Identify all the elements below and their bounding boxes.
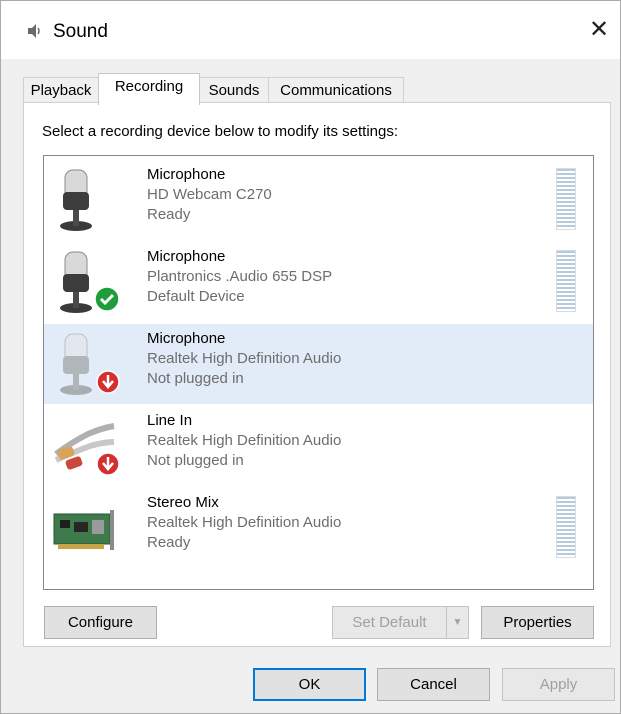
- tab-recording[interactable]: Recording: [98, 73, 200, 105]
- device-name: Stereo Mix: [147, 494, 219, 511]
- device-status: Not plugged in: [147, 452, 244, 469]
- title-bar: Sound ✕: [1, 1, 620, 59]
- instruction-text: Select a recording device below to modif…: [42, 123, 399, 140]
- device-name: Microphone: [147, 248, 226, 265]
- device-description: Realtek High Definition Audio: [147, 514, 342, 531]
- cancel-button[interactable]: Cancel: [377, 668, 490, 701]
- device-description: Realtek High Definition Audio: [147, 432, 342, 449]
- apply-button[interactable]: Apply: [502, 668, 615, 701]
- device-row-realtek-microphone[interactable]: Microphone Realtek High Definition Audio…: [44, 324, 593, 404]
- sound-dialog: Sound ✕ Playback Recording Sounds Commun…: [0, 0, 621, 714]
- device-status: Ready: [147, 206, 191, 223]
- device-description: Realtek High Definition Audio: [147, 350, 342, 367]
- device-list: Microphone HD Webcam C270 Ready Micropho…: [43, 155, 594, 590]
- window-title: Sound: [53, 21, 108, 42]
- device-description: HD Webcam C270: [147, 186, 272, 203]
- microphone-icon: [60, 169, 92, 231]
- properties-button[interactable]: Properties: [481, 606, 594, 639]
- level-meter: [556, 250, 576, 312]
- close-icon: ✕: [588, 16, 610, 43]
- device-status: Not plugged in: [147, 370, 244, 387]
- device-row-plantronics-microphone[interactable]: Microphone Plantronics .Audio 655 DSP De…: [44, 242, 593, 322]
- recording-panel: Select a recording device below to modif…: [23, 102, 611, 647]
- close-button[interactable]: ✕: [584, 15, 614, 45]
- configure-button[interactable]: Configure: [44, 606, 157, 639]
- device-name: Microphone: [147, 330, 226, 347]
- tab-sounds[interactable]: Sounds: [199, 77, 269, 104]
- chevron-down-icon[interactable]: ▼: [446, 607, 468, 638]
- device-status: Default Device: [147, 288, 245, 305]
- unplugged-arrow-icon: [96, 370, 120, 394]
- device-row-webcam-microphone[interactable]: Microphone HD Webcam C270 Ready: [44, 160, 593, 240]
- ok-button[interactable]: OK: [253, 668, 366, 701]
- device-row-stereo-mix[interactable]: Stereo Mix Realtek High Definition Audio…: [44, 488, 593, 568]
- default-check-icon: [94, 286, 120, 312]
- sound-card-icon: [53, 510, 114, 550]
- speaker-icon: [28, 24, 40, 38]
- device-description: Plantronics .Audio 655 DSP: [147, 268, 333, 285]
- device-status: Ready: [147, 534, 191, 551]
- tab-playback[interactable]: Playback: [23, 77, 99, 104]
- unplugged-arrow-icon: [96, 452, 120, 476]
- device-name: Line In: [147, 412, 193, 429]
- level-meter: [556, 496, 576, 558]
- tab-communications[interactable]: Communications: [268, 77, 404, 104]
- device-row-line-in[interactable]: Line In Realtek High Definition Audio No…: [44, 406, 593, 486]
- device-name: Microphone: [147, 166, 226, 183]
- set-default-label: Set Default: [352, 614, 427, 631]
- level-meter: [556, 168, 576, 230]
- set-default-button[interactable]: Set Default ▼: [332, 606, 469, 639]
